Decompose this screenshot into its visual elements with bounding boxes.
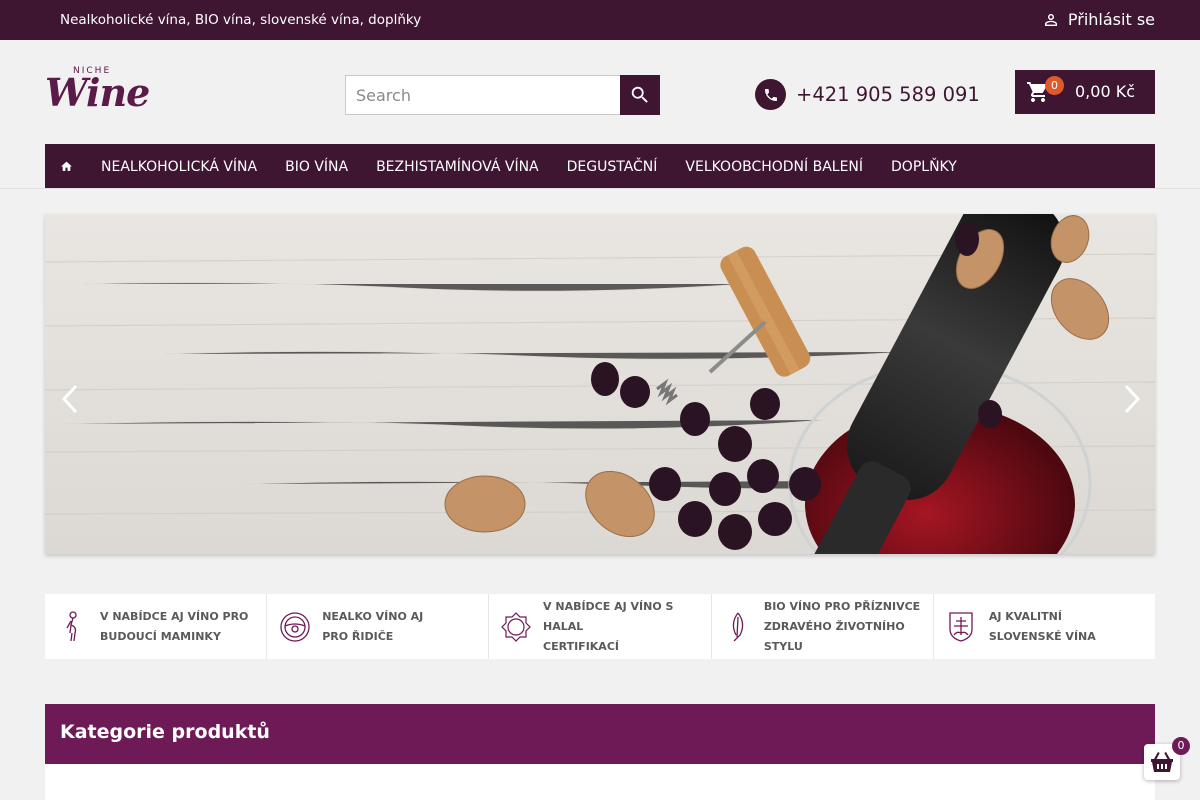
leaf-icon [722,609,754,644]
nav-item-velkoobchodni-baleni[interactable]: VELKOOBCHODNÍ BALENÍ [671,144,877,188]
feature-item: V NABÍDCE AJ VÍNO S HALAL CERTIFIKACÍ [489,594,712,659]
search-input[interactable] [345,75,620,115]
site-logo[interactable]: NICHE Wine [45,64,150,124]
hero-image [45,214,1155,554]
feature-item: V NABÍDCE AJ VÍNO PRO BUDOUCÍ MAMINKY [45,594,268,659]
search-box [345,75,660,115]
feature-text: NEALKO VÍNO AJ PRO ŘIDIČE [322,609,424,643]
search-button[interactable] [620,75,660,115]
user-icon [1044,13,1057,26]
login-link[interactable]: Přihlásit se [1042,10,1155,29]
halal-icon [499,609,533,644]
search-icon [631,86,648,103]
nav-home[interactable] [45,144,87,188]
feature-item: NEALKO VÍNO AJ PRO ŘIDIČE [267,594,490,659]
categories-title: Kategorie produktů [60,721,270,743]
feature-item: AJ KVALITNÍ SLOVENSKÉ VÍNA [933,594,1156,659]
phone-icon [755,79,786,110]
basket-icon [1151,752,1173,772]
pregnant-woman-icon [55,609,90,644]
main-nav: NEALKOHOLICKÁ VÍNA BIO VÍNA BEZHISTAMÍNO… [45,144,1155,188]
feature-text: V NABÍDCE AJ VÍNO S HALAL CERTIFIKACÍ [543,599,674,653]
feature-text: V NABÍDCE AJ VÍNO PRO BUDOUCÍ MAMINKY [100,609,249,643]
steering-wheel-icon [277,609,312,644]
feature-text: BIO VÍNO PRO PŘÍZNIVCE ZDRAVÉHO ŽIVOTNÍHO… [763,599,921,653]
nav-item-bezhistaminova-vina[interactable]: BEZHISTAMÍNOVÁ VÍNA [362,144,553,188]
nav-item-bio-vina[interactable]: BIO VÍNA [271,144,362,188]
nav-item-nealkoholicka-vina[interactable]: NEALKOHOLICKÁ VÍNA [87,144,271,188]
chevron-right-icon [1124,384,1141,414]
site-tagline: Nealkoholické vína, BIO vína, slovenské … [60,12,422,28]
header-divider [0,188,1200,189]
contact-phone[interactable]: +421 905 589 091 [755,79,980,110]
slovak-emblem-icon [944,609,979,644]
carousel-next-button[interactable] [1119,379,1145,419]
feature-item: BIO VÍNO PRO PŘÍZNIVCE ZDRAVÉHO ŽIVOTNÍHO… [711,594,934,659]
top-bar: Nealkoholické vína, BIO vína, slovenské … [0,0,1200,40]
cart-button[interactable]: 0 0,00 Kč [1015,70,1155,114]
hero-carousel[interactable] [45,214,1155,554]
login-label: Přihlásit se [1067,10,1155,29]
nav-item-doplnky[interactable]: DOPLŇKY [877,144,971,188]
cart-total: 0,00 Kč [1075,82,1135,101]
logo-main-text: Wine [45,70,150,115]
floating-basket-button[interactable]: 0 [1144,737,1190,780]
feature-strip: V NABÍDCE AJ VÍNO PRO BUDOUCÍ MAMINKY NEA… [45,594,1156,659]
categories-header: Kategorie produktů [45,704,1155,764]
chevron-left-icon [61,384,78,414]
cart-count-badge: 0 [1045,76,1064,95]
basket-count-badge: 0 [1172,737,1190,755]
categories-panel [45,764,1155,800]
home-icon [60,161,72,171]
nav-item-degustacni[interactable]: DEGUSTAČNÍ [553,144,672,188]
carousel-prev-button[interactable] [57,379,83,419]
phone-number: +421 905 589 091 [796,83,980,106]
feature-text: AJ KVALITNÍ SLOVENSKÉ VÍNA [988,609,1096,643]
